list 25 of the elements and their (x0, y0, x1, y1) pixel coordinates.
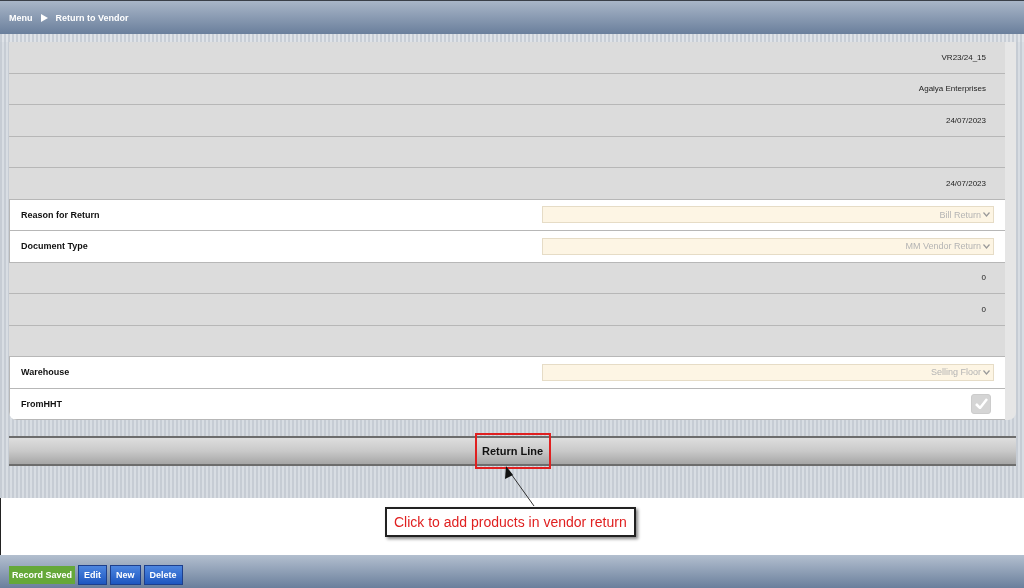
chevron-down-icon (983, 369, 990, 375)
toolbar-button[interactable]: New (110, 564, 141, 585)
field-label: Document Type (21, 241, 88, 252)
chevron-down-icon (983, 243, 990, 249)
annotation-callout: Click to add products in vendor return (385, 507, 636, 537)
return-line-button[interactable]: Return Line (474, 433, 551, 469)
field-value: 24/07/2023 (945, 115, 986, 125)
breadcrumb-link[interactable]: Menu (9, 12, 33, 23)
field-value: VR23/24_15 (941, 52, 986, 62)
field-label: Reason for Return (21, 209, 100, 220)
chevron-down-icon (983, 212, 990, 218)
pointer-arrow (503, 465, 536, 507)
field-label: FromHHT (21, 398, 62, 409)
toolbar-button[interactable]: Edit (78, 564, 108, 585)
field-value: 0 (981, 304, 986, 314)
breadcrumb-item: Return to Vendor (55, 12, 129, 23)
toolbar-button[interactable]: Delete (143, 564, 183, 585)
field-value: Agalya Enterprises (918, 84, 986, 94)
arrow-right-icon (40, 13, 48, 22)
status-label: Record Saved (9, 565, 76, 584)
checkbox[interactable] (971, 393, 991, 414)
checkmark-icon (974, 398, 988, 410)
field-label: Warehouse (21, 367, 70, 378)
field-value: 24/07/2023 (945, 178, 986, 188)
field-value: 0 (981, 273, 986, 283)
